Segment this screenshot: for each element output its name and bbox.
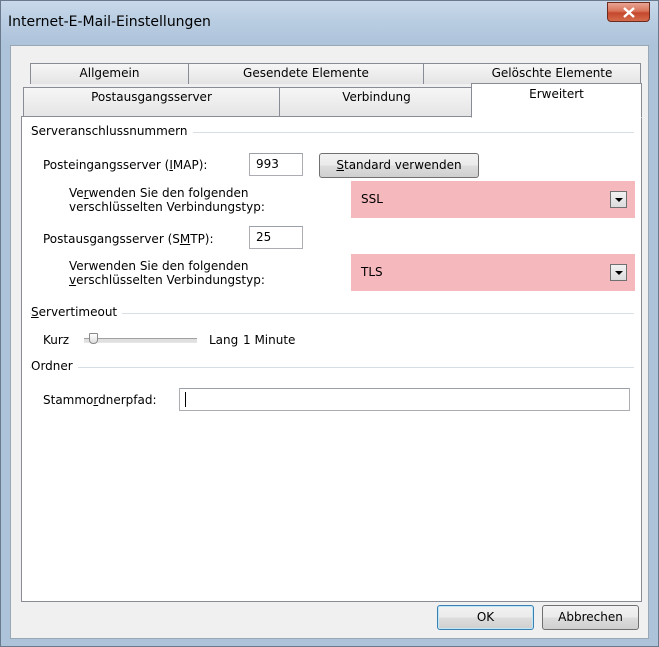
tab-label: Erweitert (529, 87, 584, 101)
tab-label: Allgemein (79, 66, 140, 80)
group-divider (30, 367, 634, 368)
incoming-port-label: Posteingangsserver (IMAP): (43, 158, 208, 172)
tab-label: Gelöschte Elemente (491, 66, 613, 80)
group-label-ports: Serveranschlussnummern (31, 124, 193, 138)
timeout-short-label: Kurz (43, 333, 70, 347)
tab-erweitert[interactable]: Erweitert (471, 83, 642, 118)
close-icon (623, 7, 635, 18)
tab-label: Gesendete Elemente (243, 66, 369, 80)
incoming-port-input[interactable]: 993 (249, 153, 303, 176)
tab-allgemein[interactable]: Allgemein (30, 63, 189, 84)
ok-button[interactable]: OK (437, 605, 534, 630)
root-folder-input[interactable] (179, 388, 630, 411)
group-label-timeout: Servertimeout (31, 305, 123, 319)
timeout-long-label: Lang (209, 333, 239, 347)
tab-label: Verbindung (342, 90, 411, 104)
use-default-button[interactable]: Standard verwenden (319, 153, 479, 178)
chevron-down-icon[interactable] (610, 191, 627, 208)
cancel-button[interactable]: Abbrechen (542, 605, 639, 630)
timeout-value: 1 Minute (243, 333, 296, 347)
incoming-encryption-label: Verwenden Sie den folgenden verschlüsselt… (69, 186, 265, 214)
tab-geloeschte-elemente[interactable]: Gelöschte Elemente (423, 63, 641, 84)
dialog-window: Internet-E-Mail-Einstellungen Allgemein … (0, 0, 659, 647)
outgoing-encryption-select[interactable]: TLS (358, 261, 628, 283)
tab-gesendete-elemente[interactable]: Gesendete Elemente (188, 63, 424, 84)
group-label-folder: Ordner (31, 359, 78, 373)
outgoing-encryption-label: Verwenden Sie den folgenden verschlüsselt… (69, 259, 265, 287)
combo-value: TLS (361, 265, 383, 279)
tab-panel-erweitert: Serveranschlussnummern Posteingangsserve… (21, 116, 642, 602)
text-caret (185, 392, 186, 407)
timeout-slider-track[interactable] (84, 338, 197, 343)
timeout-slider-thumb[interactable] (89, 333, 98, 344)
tab-label: Postausgangsserver (91, 90, 212, 104)
title-bar[interactable]: Internet-E-Mail-Einstellungen (1, 1, 658, 45)
combo-value: SSL (361, 192, 383, 206)
outgoing-port-input[interactable]: 25 (249, 226, 303, 249)
window-title: Internet-E-Mail-Einstellungen (8, 14, 211, 30)
tab-verbindung[interactable]: Verbindung (279, 87, 474, 117)
tab-postausgangsserver[interactable]: Postausgangsserver (23, 87, 280, 117)
chevron-down-icon[interactable] (610, 264, 627, 281)
outgoing-port-label: Postausgangsserver (SMTP): (43, 232, 214, 246)
root-folder-label: Stammordnerpfad: (43, 393, 157, 407)
incoming-encryption-select[interactable]: SSL (358, 188, 628, 210)
close-button[interactable] (607, 2, 650, 22)
